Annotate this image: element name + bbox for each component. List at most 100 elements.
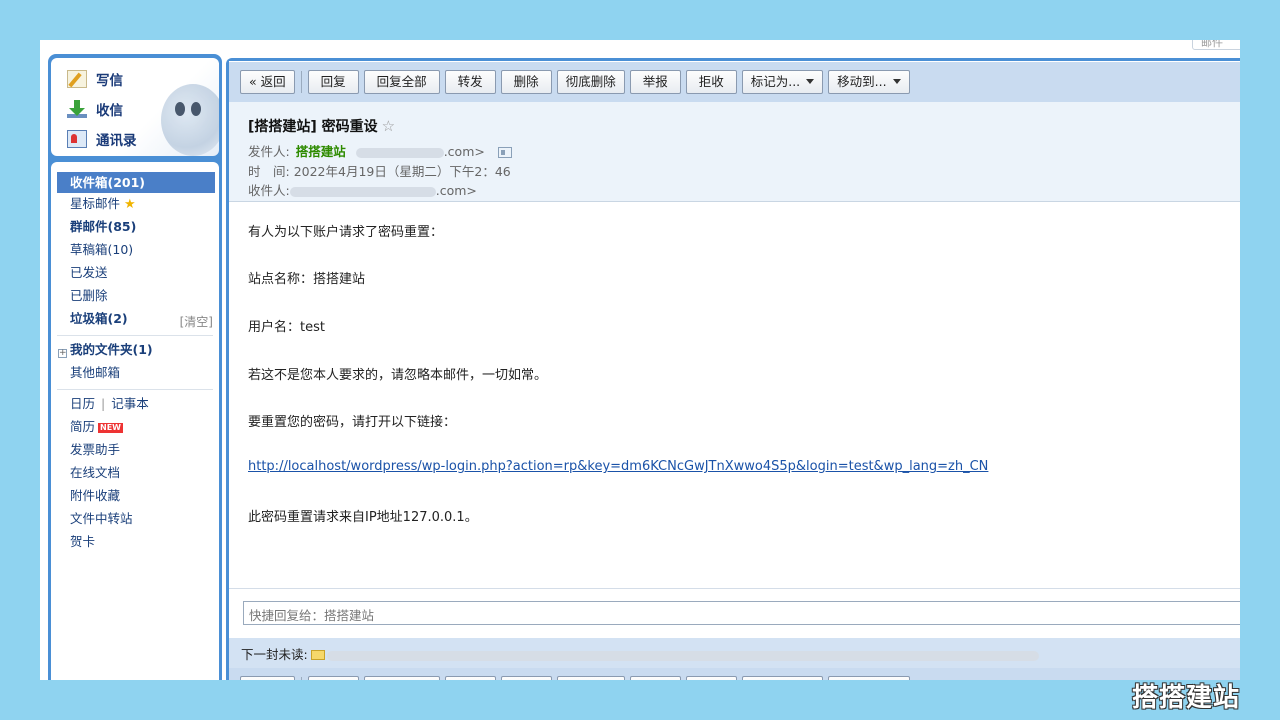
redacted-address: [290, 187, 436, 197]
back-button[interactable]: « 返回: [240, 70, 295, 94]
next-unread-label: 下一封未读:: [241, 647, 308, 662]
compose-icon: [67, 70, 87, 88]
reply-button[interactable]: 回复: [308, 676, 359, 680]
online-docs-link[interactable]: 在线文档: [70, 463, 120, 483]
sender-row: 发件人: 搭搭建站 .com>: [248, 141, 512, 160]
star-icon: ★: [124, 195, 136, 215]
recipient-address-tail: .com>: [436, 183, 477, 198]
body-paragraph: 用户名：test: [248, 316, 325, 335]
mail-window: 邮件 写信 收信 通讯录 收件箱(201) 星标邮件 ★ 群邮件(85) 草稿箱(…: [40, 40, 1240, 680]
delete-button[interactable]: 删除: [501, 70, 552, 94]
delete-permanently-button[interactable]: 彻底删除: [557, 70, 625, 94]
time-value: 2022年4月19日（星期二）下午2：46: [294, 164, 511, 179]
reset-link-row: http://localhost/wordpress/wp-login.php?…: [248, 459, 988, 474]
reply-all-button[interactable]: 回复全部: [364, 70, 440, 94]
move-to-dropdown[interactable]: 移动到...: [828, 676, 909, 680]
bottom-toolbar: « 返回 回复 回复全部 转发 删除 彻底删除 举报 拒收 标记为... 移动到…: [229, 668, 1240, 680]
next-unread-bar: 下一封未读:: [229, 638, 1240, 668]
receive-link[interactable]: 收信: [67, 98, 123, 120]
separator: |: [101, 396, 105, 411]
body-paragraph: 此密码重置请求来自IP地址127.0.0.1。: [248, 506, 478, 525]
delete-permanently-button[interactable]: 彻底删除: [557, 676, 625, 680]
forward-button[interactable]: 转发: [445, 70, 496, 94]
body-paragraph: 要重置您的密码，请打开以下链接：: [248, 411, 456, 430]
search-box-label: 邮件: [1201, 40, 1223, 49]
folder-starred[interactable]: 星标邮件 ★: [70, 194, 136, 214]
greeting-cards-link[interactable]: 贺卡: [70, 532, 95, 552]
file-transfer-link[interactable]: 文件中转站: [70, 509, 133, 529]
top-search-box[interactable]: 邮件: [1192, 40, 1240, 50]
redacted-next-subject[interactable]: [327, 651, 1039, 661]
mail-subject-text: [搭搭建站] 密码重设: [248, 119, 378, 135]
back-button[interactable]: « 返回: [240, 676, 295, 680]
quick-actions-panel: 写信 收信 通讯录: [51, 58, 219, 156]
report-button[interactable]: 举报: [630, 70, 681, 94]
move-to-label: 移动到...: [837, 74, 886, 89]
password-reset-link[interactable]: http://localhost/wordpress/wp-login.php?…: [248, 459, 988, 474]
quick-reply-input[interactable]: 快捷回复给：搭搭建站: [243, 601, 1240, 625]
body-paragraph: 若这不是您本人要求的，请忽略本邮件，一切如常。: [248, 364, 547, 383]
recipient-label: 收件人:: [248, 183, 290, 198]
compose-label: 写信: [96, 69, 123, 89]
toolbar-separator: [301, 71, 302, 93]
quick-reply-area: 快捷回复给：搭搭建站: [229, 588, 1240, 636]
mark-as-label: 标记为...: [751, 74, 800, 89]
reading-pane: « 返回 回复 回复全部 转发 删除 彻底删除 举报 拒收 标记为... 移动到…: [229, 61, 1240, 680]
mark-as-dropdown[interactable]: 标记为...: [742, 70, 823, 94]
folder-group[interactable]: 群邮件(85): [70, 217, 136, 237]
recipient-row: 收件人: .com>: [248, 180, 477, 199]
new-badge: NEW: [98, 423, 123, 433]
compose-link[interactable]: 写信: [67, 68, 123, 90]
sender-address-tail: .com>: [444, 144, 485, 159]
folder-inbox[interactable]: 收件箱(201): [57, 172, 215, 193]
mark-as-dropdown[interactable]: 标记为...: [742, 676, 823, 680]
chevron-down-icon: [806, 79, 814, 84]
site-watermark: 搭搭建站: [1132, 677, 1240, 714]
notebook-link[interactable]: 记事本: [111, 396, 149, 411]
folder-starred-label: 星标邮件: [70, 196, 120, 211]
folder-sent[interactable]: 已发送: [70, 263, 108, 283]
clear-spam-button[interactable]: [清空]: [180, 313, 213, 330]
time-label: 时 间:: [248, 164, 290, 179]
receive-label: 收信: [96, 99, 123, 119]
delete-button[interactable]: 删除: [501, 676, 552, 680]
expand-plus-icon[interactable]: +: [58, 349, 67, 358]
reject-button[interactable]: 拒收: [686, 676, 737, 680]
reply-button[interactable]: 回复: [308, 70, 359, 94]
resume-label: 简历: [70, 419, 95, 434]
receive-icon: [67, 100, 87, 118]
divider: [57, 335, 213, 336]
contacts-link[interactable]: 通讯录: [67, 128, 137, 150]
resume-link[interactable]: 简历NEW: [70, 417, 123, 437]
body-paragraph: 有人为以下账户请求了密码重置：: [248, 221, 443, 240]
star-outline-icon[interactable]: ☆: [382, 117, 395, 135]
contacts-label: 通讯录: [96, 129, 137, 149]
folder-deleted[interactable]: 已删除: [70, 286, 108, 306]
forward-button[interactable]: 转发: [445, 676, 496, 680]
sender-label: 发件人:: [248, 144, 290, 159]
contacts-icon: [67, 130, 87, 148]
folder-drafts[interactable]: 草稿箱(10): [70, 240, 133, 260]
redacted-address: [356, 148, 444, 158]
toolbar-separator: [301, 677, 302, 680]
qq-penguin-decoration: [161, 84, 219, 156]
attachments-link[interactable]: 附件收藏: [70, 486, 120, 506]
quick-reply-placeholder: 快捷回复给：搭搭建站: [249, 608, 374, 623]
report-button[interactable]: 举报: [630, 676, 681, 680]
sender-name[interactable]: 搭搭建站: [296, 144, 346, 159]
invoice-assistant-link[interactable]: 发票助手: [70, 440, 120, 460]
folder-my-folders[interactable]: 我的文件夹(1): [70, 340, 153, 360]
folder-spam[interactable]: 垃圾箱(2): [70, 309, 128, 329]
move-to-dropdown[interactable]: 移动到...: [828, 70, 909, 94]
contact-card-icon[interactable]: [498, 147, 512, 158]
tools-row: 日历 | 记事本: [70, 394, 149, 414]
reject-button[interactable]: 拒收: [686, 70, 737, 94]
reply-all-button[interactable]: 回复全部: [364, 676, 440, 680]
folder-list: 收件箱(201) 星标邮件 ★ 群邮件(85) 草稿箱(10) 已发送 已删除 垃…: [51, 162, 219, 680]
mail-header: [搭搭建站] 密码重设☆ 发件人: 搭搭建站 .com> 时 间: 2022年4…: [229, 102, 1240, 202]
body-paragraph: 站点名称：搭搭建站: [248, 268, 365, 287]
envelope-icon: [311, 650, 325, 660]
folder-other-mailboxes[interactable]: 其他邮箱: [70, 363, 120, 383]
calendar-link[interactable]: 日历: [70, 396, 95, 411]
mail-subject: [搭搭建站] 密码重设☆: [248, 116, 395, 136]
